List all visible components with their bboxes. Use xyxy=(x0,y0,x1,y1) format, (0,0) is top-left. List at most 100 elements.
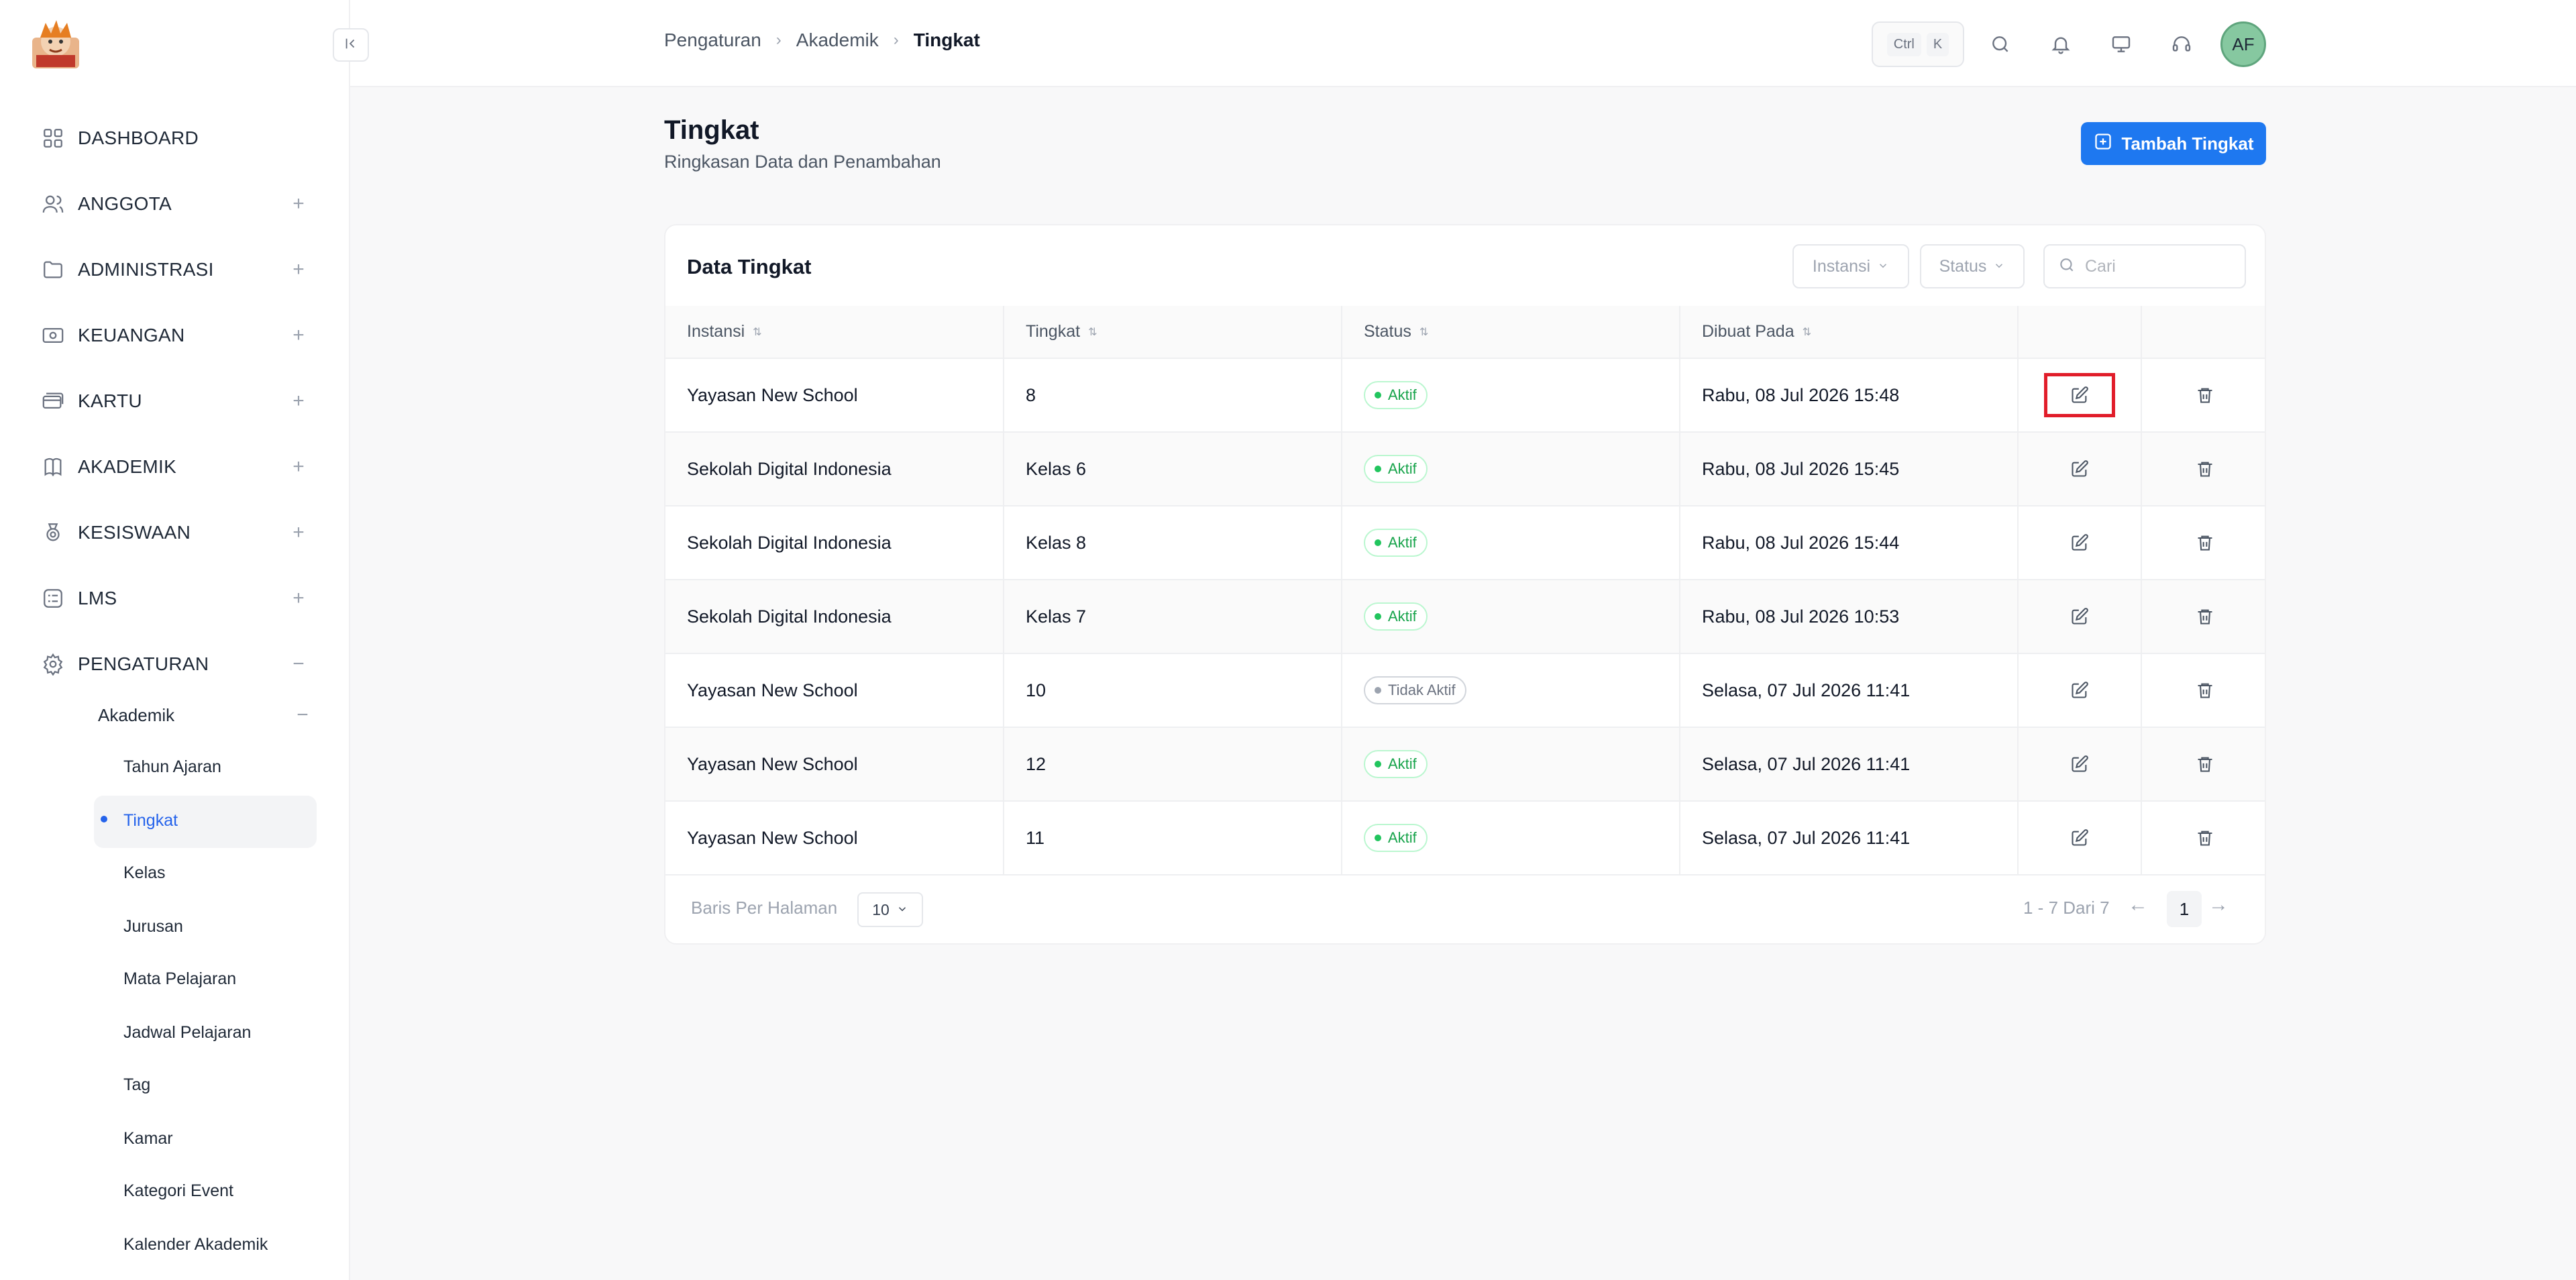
cell-status: Aktif xyxy=(1342,432,1680,506)
app-logo[interactable] xyxy=(30,17,82,70)
edit-icon[interactable] xyxy=(2063,748,2096,780)
cell-tingkat: 8 xyxy=(1004,358,1342,433)
cell-status: Aktif xyxy=(1342,506,1680,580)
chevron-down-icon xyxy=(896,901,908,919)
data-card: Data Tingkat Instansi Status Instansi⇅ T… xyxy=(664,224,2266,945)
collapse-toggle[interactable]: − xyxy=(292,704,313,727)
add-tingkat-button[interactable]: Tambah Tingkat xyxy=(2081,122,2266,165)
breadcrumb-current: Tingkat xyxy=(913,30,980,50)
folder-icon xyxy=(40,257,66,282)
cell-status: Aktif xyxy=(1342,801,1680,875)
sidebar-leaf-tahun-ajaran[interactable]: Tahun Ajaran xyxy=(123,750,221,784)
rows-per-page-label: Baris Per Halaman xyxy=(691,898,838,918)
column-header-instansi[interactable]: Instansi ⇅ xyxy=(665,306,1004,359)
trash-icon[interactable] xyxy=(2189,379,2221,411)
trash-icon[interactable] xyxy=(2189,453,2221,485)
sort-icon: ⇅ xyxy=(753,327,762,339)
topbar: Pengaturan › Akademik › Tingkat Ctrl K A… xyxy=(350,0,2576,87)
search-icon[interactable] xyxy=(1983,27,2018,62)
headset-icon[interactable] xyxy=(2164,27,2199,62)
breadcrumb-akademik[interactable]: Akademik xyxy=(796,30,879,51)
cell-delete xyxy=(2141,653,2265,728)
sidebar-leaf-mata-pelajaran[interactable]: Mata Pelajaran xyxy=(123,962,236,996)
sidebar-collapse-button[interactable] xyxy=(333,28,369,62)
sort-icon: ⇅ xyxy=(1419,327,1429,339)
edit-icon[interactable] xyxy=(2063,527,2096,559)
cell-dibuat: Rabu, 08 Jul 2026 10:53 xyxy=(1680,580,2019,654)
trash-icon[interactable] xyxy=(2189,600,2221,633)
trash-icon[interactable] xyxy=(2189,527,2221,559)
medal-icon xyxy=(40,520,66,545)
trash-icon[interactable] xyxy=(2189,748,2221,780)
expand-toggle[interactable]: + xyxy=(288,258,309,281)
monitor-icon[interactable] xyxy=(2104,27,2139,62)
sidebar-leaf-kategori-event[interactable]: Kategori Event xyxy=(123,1174,233,1208)
edit-icon[interactable] xyxy=(2063,600,2096,633)
next-page-icon[interactable]: → xyxy=(2208,894,2229,916)
cell-delete xyxy=(2141,801,2265,875)
sidebar-item-administrasi[interactable]: ADMINISTRASI + xyxy=(40,250,309,290)
sidebar-subgroup-akademik[interactable]: Akademik − xyxy=(98,695,313,735)
edit-icon[interactable] xyxy=(2063,822,2096,854)
collapse-left-icon xyxy=(343,36,358,54)
status-badge: Aktif xyxy=(1364,529,1428,557)
avatar[interactable]: AF xyxy=(2220,21,2266,67)
sidebar-item-kartu[interactable]: KARTU + xyxy=(40,381,309,421)
edit-icon[interactable] xyxy=(2063,453,2096,485)
breadcrumb-pengaturan[interactable]: Pengaturan xyxy=(664,30,761,51)
sidebar-item-kesiswaan[interactable]: KESISWAAN + xyxy=(40,513,309,553)
trash-icon[interactable] xyxy=(2189,822,2221,854)
cell-instansi: Yayasan New School xyxy=(665,358,1004,433)
status-badge: Aktif xyxy=(1364,602,1428,631)
sidebar-leaf-jurusan[interactable]: Jurusan xyxy=(123,910,183,943)
page-subtitle: Ringkasan Data dan Penambahan xyxy=(664,152,941,172)
cards-icon xyxy=(40,388,66,414)
expand-toggle[interactable]: + xyxy=(288,587,309,610)
sidebar-leaf-jadwal-pelajaran[interactable]: Jadwal Pelajaran xyxy=(123,1016,251,1049)
filter-instansi[interactable]: Instansi xyxy=(1792,244,1909,288)
rows-per-page-select[interactable]: 10 xyxy=(857,892,923,927)
chevron-right-icon: › xyxy=(775,31,782,49)
collapse-toggle[interactable]: − xyxy=(288,653,309,676)
command-shortcut[interactable]: Ctrl K xyxy=(1872,21,1964,67)
column-header-status[interactable]: Status ⇅ xyxy=(1342,306,1680,359)
search-input[interactable] xyxy=(2085,256,2233,276)
edit-icon[interactable] xyxy=(2044,373,2115,417)
cell-status: Aktif xyxy=(1342,727,1680,802)
cell-dibuat: Rabu, 08 Jul 2026 15:48 xyxy=(1680,358,2019,433)
cell-tingkat: 11 xyxy=(1004,801,1342,875)
prev-page-icon[interactable]: ← xyxy=(2128,894,2148,916)
status-badge: Aktif xyxy=(1364,750,1428,778)
sidebar-item-lms[interactable]: LMS + xyxy=(40,578,309,619)
expand-toggle[interactable]: + xyxy=(288,390,309,413)
sidebar-item-dashboard[interactable]: DASHBOARD xyxy=(40,118,309,158)
cell-instansi: Sekolah Digital Indonesia xyxy=(665,580,1004,654)
status-badge: Aktif xyxy=(1364,824,1428,852)
sidebar-leaf-kamar[interactable]: Kamar xyxy=(123,1122,173,1155)
expand-toggle[interactable]: + xyxy=(288,193,309,215)
sidebar-leaf-tingkat[interactable]: Tingkat xyxy=(123,804,178,837)
edit-icon[interactable] xyxy=(2063,674,2096,706)
expand-toggle[interactable]: + xyxy=(288,324,309,347)
filter-status[interactable]: Status xyxy=(1920,244,2025,288)
cell-delete xyxy=(2141,432,2265,506)
sidebar-item-pengaturan[interactable]: PENGATURAN − xyxy=(40,644,309,684)
sidebar-leaf-kalender-akademik[interactable]: Kalender Akademik xyxy=(123,1228,268,1261)
sidebar-leaf-tag[interactable]: Tag xyxy=(123,1068,150,1102)
sidebar-item-anggota[interactable]: ANGGOTA + xyxy=(40,184,309,224)
column-header-dibuat-pada[interactable]: Dibuat Pada ⇅ xyxy=(1680,306,2019,359)
rows-per-page-value: 10 xyxy=(872,900,890,918)
search-field[interactable] xyxy=(2043,244,2246,288)
sidebar-item-keuangan[interactable]: KEUANGAN + xyxy=(40,315,309,356)
sidebar-leaf-kelas[interactable]: Kelas xyxy=(123,856,166,890)
column-header-tingkat[interactable]: Tingkat ⇅ xyxy=(1004,306,1342,359)
chevron-down-icon xyxy=(1877,257,1889,276)
expand-toggle[interactable]: + xyxy=(288,521,309,544)
page-number-current[interactable]: 1 xyxy=(2167,891,2202,927)
sidebar-item-akademik[interactable]: AKADEMIK + xyxy=(40,447,309,487)
sidebar-item-label: LMS xyxy=(78,588,117,608)
expand-toggle[interactable]: + xyxy=(288,456,309,478)
trash-icon[interactable] xyxy=(2189,674,2221,706)
cell-edit xyxy=(2018,506,2142,580)
bell-icon[interactable] xyxy=(2043,27,2078,62)
